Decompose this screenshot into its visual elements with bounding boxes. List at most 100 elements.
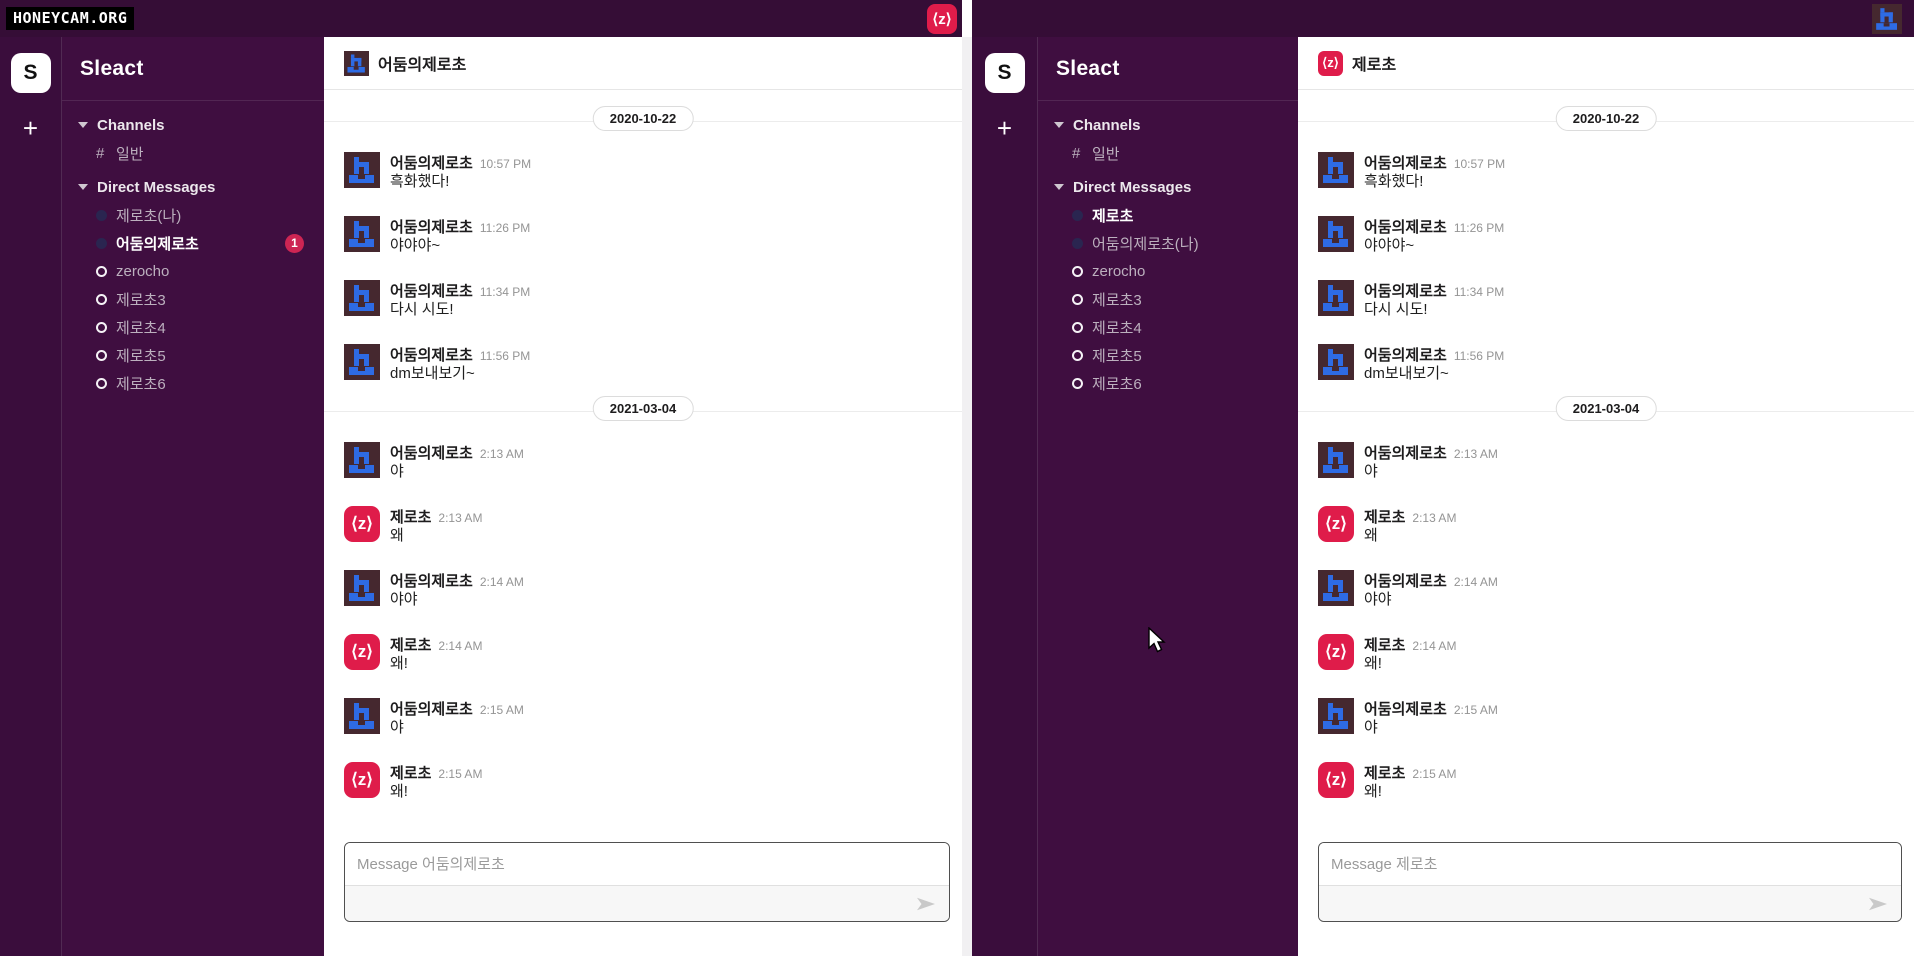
user-avatar-zerocho-icon: ⟨z⟩ <box>344 634 380 670</box>
sidebar-header[interactable]: Sleact <box>1038 37 1298 101</box>
presence-ring-icon <box>1072 349 1083 361</box>
workspace-rail: S + <box>972 37 1038 956</box>
message-list[interactable]: 2020-10-22 ⟨z⟩ <box>1298 90 1914 842</box>
message-input[interactable] <box>345 843 949 885</box>
message-list[interactable]: 2020-10-22 ⟨z⟩ <box>324 90 962 842</box>
dm-label: 제로초(나) <box>116 207 182 225</box>
sidebar-dm-item[interactable]: 제로초5 <box>1038 341 1298 369</box>
message-time: 11:56 PM <box>1453 349 1505 363</box>
dm-section-header[interactable]: Direct Messages <box>62 173 324 201</box>
channels-section-header[interactable]: Channels <box>62 111 324 139</box>
sidebar-dm-item[interactable]: 제로초 <box>1038 201 1298 229</box>
user-avatar-pixel-icon <box>344 152 380 188</box>
scrollbar[interactable] <box>962 0 972 956</box>
pixel-avatar-art <box>1318 152 1354 188</box>
sidebar-dm-item[interactable]: 제로초5 <box>62 341 324 369</box>
message-text: 야야야~ <box>1364 237 1415 254</box>
message-row: ⟨z⟩ 어둠의제로초 2:15 AM 야 <box>324 684 962 748</box>
dm-label: zerocho <box>116 262 170 280</box>
message-row: ⟨z⟩ 제로초 2:14 AM 왜! <box>324 620 962 684</box>
z-glyph: ⟨z⟩ <box>351 642 373 661</box>
pixel-avatar-art <box>344 280 380 316</box>
message-row: ⟨z⟩ 어둠의제로초 10:57 PM 흑화했다! <box>324 138 962 202</box>
presence-ring-icon <box>1072 265 1083 277</box>
message-text: 왜! <box>1364 783 1382 800</box>
message-row: ⟨z⟩ 어둠의제로초 11:34 PM 다시 시도! <box>1298 266 1914 330</box>
chat-item: 2020-10-22 ⟨z⟩ <box>1298 104 1914 138</box>
sidebar-dm-item[interactable]: 제로초6 <box>1038 369 1298 397</box>
message-time: 2:13 AM <box>1453 447 1498 461</box>
unread-badge: 1 <box>285 233 304 253</box>
message-time: 2:15 AM <box>1412 767 1457 781</box>
message-text: 왜 <box>1364 527 1378 544</box>
message-time: 2:14 AM <box>438 639 483 653</box>
send-button[interactable] <box>915 895 937 913</box>
z-glyph: ⟨z⟩ <box>1322 55 1339 70</box>
sidebar-channel-item[interactable]: # 일반 <box>62 139 324 167</box>
z-glyph: ⟨z⟩ <box>351 770 373 789</box>
user-avatar-zerocho-icon: ⟨z⟩ <box>344 506 380 542</box>
message-author: 제로초 <box>390 637 432 654</box>
sidebar-dm-item[interactable]: 제로초(나) <box>62 201 324 229</box>
message-body: 제로초 2:13 AM 왜 <box>1364 506 1456 546</box>
sidebar-dm-item[interactable]: 제로초3 <box>62 285 324 313</box>
user-avatar-pixel-icon <box>1318 152 1354 188</box>
sidebar-dm-item[interactable]: 제로초3 <box>1038 285 1298 313</box>
user-avatar-pixel-icon <box>344 216 380 252</box>
chevron-down-icon <box>78 184 88 190</box>
sidebar-list: Channels # 일반 Direct Messages 제로초 어둠의제로초… <box>1038 101 1298 397</box>
message-text: 다시 시도! <box>390 301 454 318</box>
window-right: S + Sleact Channels # 일반 Direct Messages… <box>972 0 1914 956</box>
date-pill[interactable]: 2021-03-04 <box>592 396 694 421</box>
input-toolbar <box>1319 885 1901 921</box>
dm-section-header[interactable]: Direct Messages <box>1038 173 1298 201</box>
user-avatar-pixel-icon <box>344 442 380 478</box>
message-row: ⟨z⟩ 어둠의제로초 11:56 PM dm보내보기~ <box>324 330 962 394</box>
workspace-title: Sleact <box>80 56 144 80</box>
sidebar-dm-item[interactable]: 제로초4 <box>62 313 324 341</box>
message-input[interactable] <box>1319 843 1901 885</box>
add-workspace-button[interactable]: + <box>997 115 1012 141</box>
message-author: 제로초 <box>1364 509 1406 526</box>
pixel-avatar-art <box>344 50 369 76</box>
add-workspace-button[interactable]: + <box>23 115 38 141</box>
send-button[interactable] <box>1867 895 1889 913</box>
dm-label: 제로초 <box>1092 207 1134 225</box>
message-row: ⟨z⟩ 어둠의제로초 11:26 PM 야야야~ <box>324 202 962 266</box>
user-avatar-zerocho-icon: ⟨z⟩ <box>1318 506 1354 542</box>
workspace-button[interactable]: S <box>984 53 1025 93</box>
channels-header-label: Channels <box>1073 116 1141 134</box>
presence-ring-icon <box>96 265 107 277</box>
user-avatar-pixel-icon <box>1318 698 1354 734</box>
message-time: 2:15 AM <box>438 767 483 781</box>
channels-section-header[interactable]: Channels <box>1038 111 1298 139</box>
chat-item: ⟨z⟩ 제로초 2:14 AM 왜! <box>324 620 962 684</box>
hash-icon: # <box>96 144 105 162</box>
chat-item: ⟨z⟩ 어둠의제로초 11:26 PM 야야야~ <box>324 202 962 266</box>
message-author: 어둠의제로초 <box>390 445 473 462</box>
workspace-button[interactable]: S <box>10 53 51 93</box>
user-avatar-pixel-icon <box>344 698 380 734</box>
sidebar-channel-item[interactable]: # 일반 <box>1038 139 1298 167</box>
message-row: ⟨z⟩ 어둠의제로초 11:34 PM 다시 시도! <box>324 266 962 330</box>
sidebar-dm-item[interactable]: 제로초4 <box>1038 313 1298 341</box>
sidebar-dm-item[interactable]: zerocho <box>1038 257 1298 285</box>
message-author: 어둠의제로초 <box>390 155 473 172</box>
sidebar-dm-item[interactable]: 어둠의제로초(나) <box>1038 229 1298 257</box>
message-author: 어둠의제로초 <box>1364 445 1447 462</box>
message-body: 어둠의제로초 11:34 PM 다시 시도! <box>1364 280 1504 320</box>
dm-list: 제로초 어둠의제로초(나) zerocho 제로초3 제로초4 제로초5 제로초… <box>1038 201 1298 397</box>
message-body: 어둠의제로초 11:26 PM 야야야~ <box>390 216 530 256</box>
date-pill[interactable]: 2020-10-22 <box>1555 106 1657 131</box>
sidebar-header[interactable]: Sleact <box>62 37 324 101</box>
message-text: 야 <box>390 719 404 736</box>
message-body: 제로초 2:14 AM 왜! <box>1364 634 1456 674</box>
dm-header-label: Direct Messages <box>97 178 216 196</box>
chat-item: 2021-03-04 ⟨z⟩ <box>1298 394 1914 428</box>
chevron-down-icon <box>1054 122 1064 128</box>
sidebar-dm-item[interactable]: 제로초6 <box>62 369 324 397</box>
date-pill[interactable]: 2021-03-04 <box>1555 396 1657 421</box>
date-pill[interactable]: 2020-10-22 <box>592 106 694 131</box>
sidebar-dm-item[interactable]: zerocho <box>62 257 324 285</box>
sidebar-dm-item[interactable]: 어둠의제로초 1 <box>62 229 324 257</box>
